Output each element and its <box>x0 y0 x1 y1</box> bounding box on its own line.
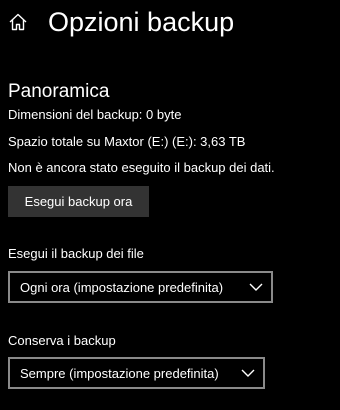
page-title: Opzioni backup <box>48 7 235 37</box>
chevron-down-icon <box>249 283 263 291</box>
retention-label: Conserva i backup <box>8 333 116 348</box>
overview-heading: Panoramica <box>8 81 110 102</box>
backup-frequency-value: Ogni ora (impostazione predefinita) <box>20 280 224 295</box>
retention-dropdown[interactable]: Sempre (impostazione predefinita) <box>8 357 265 389</box>
total-space-text: Spazio totale su Maxtor (E:) (E:): 3,63 … <box>8 134 246 149</box>
backup-frequency-label: Esegui il backup dei file <box>8 246 144 261</box>
chevron-down-icon <box>241 369 255 377</box>
home-icon[interactable] <box>8 12 28 32</box>
backup-now-button[interactable]: Esegui backup ora <box>8 186 149 217</box>
backup-frequency-dropdown[interactable]: Ogni ora (impostazione predefinita) <box>8 271 273 303</box>
backup-status-text: Non è ancora stato eseguito il backup de… <box>8 160 275 175</box>
retention-value: Sempre (impostazione predefinita) <box>20 366 219 381</box>
backup-size-text: Dimensioni del backup: 0 byte <box>8 107 182 122</box>
